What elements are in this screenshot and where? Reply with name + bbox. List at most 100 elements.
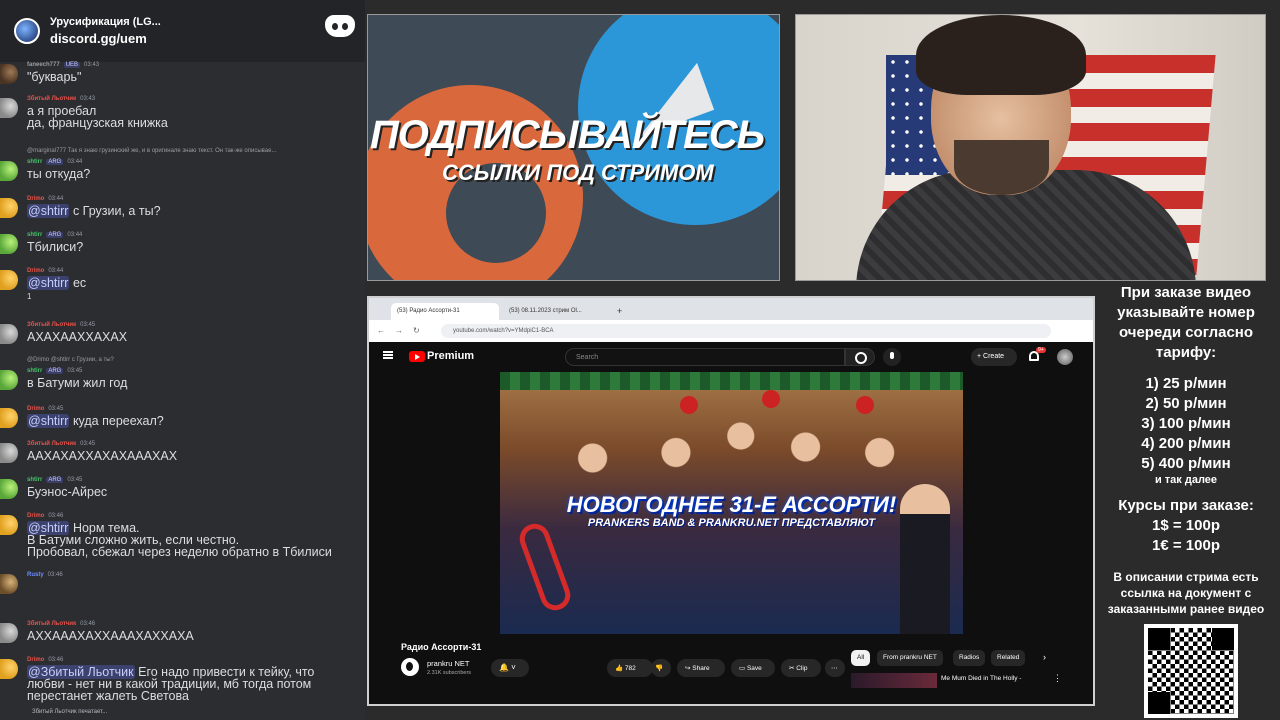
message-meta: Збитый Льотчик 03:45 (27, 322, 95, 328)
message-author[interactable]: shtirr (27, 477, 42, 483)
message-author[interactable]: Збитый Льотчик (27, 441, 76, 447)
reply-preview[interactable]: @marginal777 Так я знаю грузинский же, и… (27, 148, 276, 154)
chip-related[interactable]: Related (991, 650, 1026, 666)
recommended-more-icon[interactable]: ⋮ (1053, 673, 1062, 684)
dislike-icon[interactable]: 👎 (651, 659, 671, 677)
video-player[interactable]: НОВОГОДНЕЕ 31-Е АССОРТИ! PRANKERS BAND &… (500, 372, 963, 634)
channel-name[interactable]: prankru NET (427, 659, 470, 668)
phone-receiver (515, 519, 575, 615)
message-time: 03:46 (48, 657, 64, 663)
message-author[interactable]: Drimo (27, 513, 44, 519)
message-author[interactable]: shtirr (27, 368, 42, 374)
tariff-item: 1) 25 р/мин (1145, 375, 1227, 392)
user-avatar[interactable] (0, 234, 18, 254)
search-icon[interactable] (845, 348, 875, 366)
like-count: 782 (624, 665, 636, 672)
user-avatar[interactable] (0, 198, 18, 218)
more-actions-icon[interactable]: ⋯ (825, 659, 845, 677)
message-body: Тбилиси? (27, 240, 84, 254)
youtube-brand[interactable]: Premium (427, 350, 474, 362)
user-mention[interactable]: @shtirr (27, 414, 70, 428)
message-body: Буэнос-Айрес (27, 485, 108, 499)
user-avatar[interactable] (0, 623, 18, 643)
message-author[interactable]: Збитый Льотчик (27, 96, 76, 102)
chip-from-channel[interactable]: From prankru NET (877, 650, 943, 666)
message-author[interactable]: Збитый Льотчик (27, 322, 76, 328)
message-author[interactable]: Drimo (27, 196, 44, 202)
message-text-line: да, французская книжка (27, 116, 168, 130)
message-author[interactable]: shtirr (27, 232, 42, 238)
save-button[interactable]: ▭ Save (731, 659, 775, 677)
user-avatar[interactable] (0, 408, 18, 428)
message-author[interactable]: Rusty (27, 572, 44, 578)
message-time: 03:44 (48, 268, 64, 274)
user-mention[interactable]: @shtirr (27, 276, 70, 290)
video-title: Радио Ассорти-31 (401, 642, 482, 652)
message-meta: shtirr ARG 03:45 (27, 477, 82, 483)
courses-title: Курсы при заказе: (1118, 497, 1254, 514)
promo-subtitle: ССЫЛКИ ПОД СТРИМОМ (442, 160, 714, 185)
user-avatar[interactable] (0, 98, 18, 118)
tab-radio-assorti[interactable]: (53) Радио Ассорти-31 (391, 303, 499, 320)
url-field[interactable]: youtube.com/watch?v=YMdpiC1-BCA (441, 324, 1051, 338)
user-avatar[interactable] (0, 161, 18, 181)
user-avatar[interactable] (0, 443, 18, 463)
new-tab-plus-icon[interactable]: + (615, 303, 629, 320)
message-author[interactable]: faneech777 (27, 62, 60, 68)
message-meta: Drimo 03:46 (27, 657, 63, 663)
chevron-right-icon[interactable]: › (1043, 652, 1046, 662)
user-avatar[interactable] (0, 324, 18, 344)
message-time: 03:45 (80, 441, 96, 447)
chip-all[interactable]: All (851, 650, 871, 666)
account-avatar[interactable] (1057, 349, 1073, 365)
search-input[interactable]: Search (565, 348, 845, 366)
user-avatar[interactable] (0, 479, 18, 499)
user-avatar[interactable] (0, 270, 18, 290)
message-author[interactable]: Drimo (27, 268, 44, 274)
back-icon[interactable]: ← (377, 326, 385, 335)
microphone-icon[interactable] (883, 348, 901, 366)
reaction-count[interactable]: 1 (27, 291, 31, 304)
streamer-hair (916, 15, 1086, 95)
message-text-line: Пробовал, сбежал через неделю обратно в … (27, 545, 332, 559)
message-body: АХХАААХАХХАААХАХХАХА (27, 629, 194, 643)
video-thumbnail-title: НОВОГОДНЕЕ 31-Е АССОРТИ! (566, 492, 897, 517)
subscribed-bell-button[interactable]: 🔔 ˅ (491, 659, 529, 677)
message-meta: shtirr ARG 03:45 (27, 368, 82, 374)
user-avatar[interactable] (0, 64, 18, 84)
recommended-title[interactable]: Me Mum Died in The Holly - (941, 675, 1021, 682)
chip-radios[interactable]: Radios (953, 650, 986, 666)
message-author[interactable]: shtirr (27, 159, 42, 165)
message-time: 03:46 (80, 621, 96, 627)
user-mention[interactable]: @shtirr (27, 204, 70, 218)
order-info-panel: При заказе видео указывайте номер очеред… (1100, 283, 1272, 617)
menu-icon[interactable] (383, 351, 393, 359)
recommended-thumbnail[interactable] (851, 673, 937, 688)
message-author[interactable]: Drimo (27, 657, 44, 663)
message-time: 03:43 (80, 96, 96, 102)
message-time: 03:46 (47, 572, 63, 578)
tariff-item: 4) 200 р/мин (1141, 435, 1231, 452)
forward-icon[interactable]: → (395, 326, 403, 335)
message-author[interactable]: Збитый Льотчик (27, 621, 76, 627)
like-button[interactable]: 👍 782 (607, 659, 653, 677)
user-avatar[interactable] (0, 659, 18, 679)
message-text: @shtirr с Грузии, а ты? (27, 204, 161, 218)
user-tag: UEB (63, 62, 81, 68)
tariff-item: 2) 50 р/мин (1145, 395, 1227, 412)
message-body: с Грузии, а ты? (69, 204, 161, 218)
user-avatar[interactable] (0, 370, 18, 390)
user-avatar[interactable] (0, 515, 18, 535)
tab-stream[interactable]: (53) 08.11.2023 стрим Ol... (503, 303, 611, 320)
message-author[interactable]: Drimo (27, 406, 44, 412)
youtube-logo-icon[interactable] (409, 351, 425, 362)
create-button[interactable]: + Create (971, 348, 1017, 366)
share-button[interactable]: ↪ Share (677, 659, 725, 677)
reload-icon[interactable]: ↻ (413, 326, 420, 335)
user-avatar[interactable] (0, 574, 18, 594)
clip-button[interactable]: ✂ Clip (781, 659, 821, 677)
message-meta: Збитый Льотчик 03:43 (27, 96, 95, 102)
reply-preview[interactable]: @Drimo @shtirr с Грузии, а ты? (27, 357, 114, 363)
channel-avatar[interactable] (401, 658, 419, 676)
message-meta: Rusty 03:46 (27, 572, 63, 578)
